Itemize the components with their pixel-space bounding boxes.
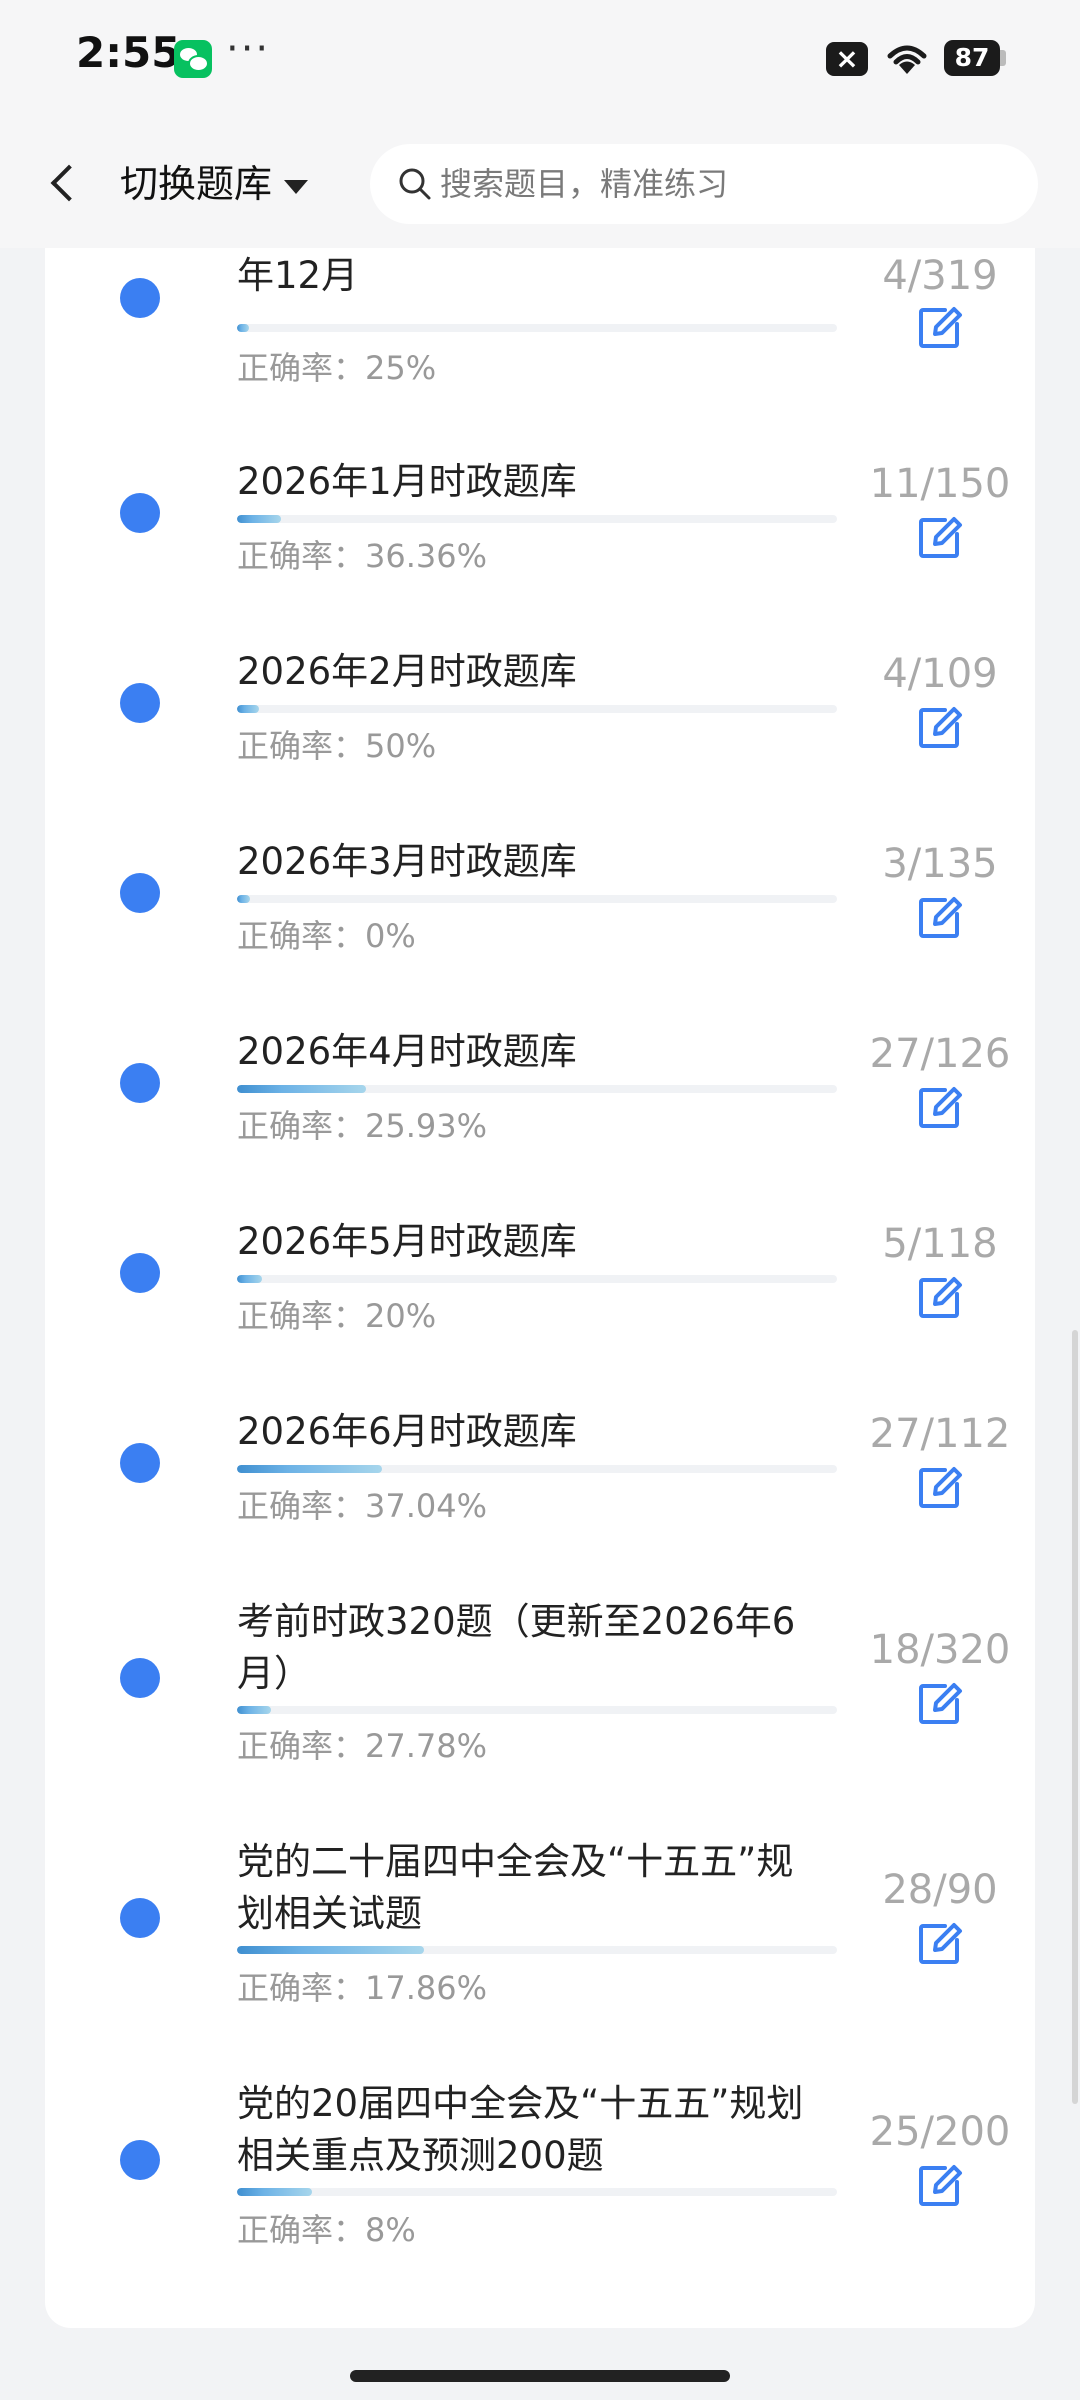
battery-icon: 87 xyxy=(944,40,1000,76)
progress-fill xyxy=(237,1085,366,1093)
item-title: 2026年5月时政题库 xyxy=(237,1220,577,1263)
progress-count: 4/109 xyxy=(882,651,998,697)
progress-track xyxy=(237,515,837,523)
list-item[interactable]: 2026年1月时政题库 正确率：36.36% 11/150 xyxy=(45,430,1035,610)
bullet-dot xyxy=(120,1443,160,1483)
edit-icon[interactable] xyxy=(915,1084,963,1132)
wifi-icon xyxy=(887,45,927,74)
status-time: 2:55 xyxy=(76,28,181,77)
item-title: 2026年4月时政题库 xyxy=(237,1030,577,1073)
search-input[interactable] xyxy=(438,144,998,224)
progress-fill xyxy=(237,705,260,713)
progress-count: 28/90 xyxy=(882,1867,998,1913)
item-title: 年12月 xyxy=(237,254,359,297)
accuracy-text: 正确率：8% xyxy=(237,2211,416,2249)
bullet-dot xyxy=(120,1898,160,1938)
progress-track xyxy=(237,1275,837,1283)
accuracy-text: 正确率：25% xyxy=(237,349,437,387)
item-title: 党的20届四中全会及“十五五”规划相关重点及预测200题 xyxy=(237,2082,804,2177)
progress-fill xyxy=(237,1946,424,1954)
progress-track xyxy=(237,1465,837,1473)
search-icon xyxy=(399,168,431,200)
edit-icon[interactable] xyxy=(915,1680,963,1728)
accuracy-text: 正确率：20% xyxy=(237,1297,437,1335)
bullet-dot xyxy=(120,1063,160,1103)
progress-track xyxy=(237,1706,837,1714)
bullet-dot xyxy=(120,873,160,913)
progress-fill xyxy=(237,895,251,903)
battery-cap xyxy=(1000,50,1006,66)
status-bar: 2:55 ··· × 87 xyxy=(0,0,1080,118)
progress-fill xyxy=(237,324,249,332)
accuracy-text: 正确率：17.86% xyxy=(237,1969,488,2007)
progress-track xyxy=(237,2188,837,2196)
item-title: 党的二十届四中全会及“十五五”规划相关试题 xyxy=(237,1840,794,1935)
progress-track xyxy=(237,324,837,332)
edit-icon[interactable] xyxy=(915,1920,963,1968)
list-item[interactable]: 2026年6月时政题库 正确率：37.04% 27/112 xyxy=(45,1380,1035,1560)
edit-icon[interactable] xyxy=(915,2162,963,2210)
accuracy-text: 正确率：27.78% xyxy=(237,1727,488,1765)
item-title: 2026年1月时政题库 xyxy=(237,460,577,503)
progress-track xyxy=(237,705,837,713)
progress-count: 18/320 xyxy=(869,1627,1011,1673)
home-indicator[interactable] xyxy=(350,2370,730,2382)
bullet-dot xyxy=(120,493,160,533)
edit-icon[interactable] xyxy=(915,704,963,752)
progress-count: 11/150 xyxy=(869,461,1011,507)
bullet-dot xyxy=(120,278,160,318)
caret-down-icon xyxy=(284,179,309,194)
bullet-dot xyxy=(120,1253,160,1293)
edit-icon[interactable] xyxy=(915,1464,963,1512)
progress-fill xyxy=(237,1275,263,1283)
wechat-icon xyxy=(174,40,212,78)
bullet-dot xyxy=(120,683,160,723)
list-item[interactable]: 考前时政320题（更新至2026年6月） 正确率：27.78% 18/320 xyxy=(45,1570,1035,1810)
list-item[interactable]: 党的20届四中全会及“十五五”规划相关重点及预测200题 正确率：8% 25/2… xyxy=(45,2052,1035,2294)
list-item[interactable]: 2026年5月时政题库 正确率：20% 5/118 xyxy=(45,1190,1035,1370)
edit-icon[interactable] xyxy=(915,304,963,352)
bullet-dot xyxy=(120,1658,160,1698)
progress-count: 3/135 xyxy=(882,841,998,887)
back-button[interactable] xyxy=(38,148,88,218)
scrollbar[interactable] xyxy=(1072,1330,1078,2104)
progress-track xyxy=(237,1946,837,1954)
item-title: 2026年2月时政题库 xyxy=(237,650,577,693)
progress-fill xyxy=(237,2188,312,2196)
accuracy-text: 正确率：50% xyxy=(237,727,437,765)
close-icon: × xyxy=(826,42,868,76)
progress-track xyxy=(237,895,837,903)
progress-fill xyxy=(237,515,281,523)
progress-fill xyxy=(237,1465,382,1473)
progress-track xyxy=(237,1085,837,1093)
edit-icon[interactable] xyxy=(915,514,963,562)
progress-count: 27/126 xyxy=(869,1031,1011,1077)
accuracy-text: 正确率：0% xyxy=(237,917,416,955)
list-item[interactable]: 2026年3月时政题库 正确率：0% 3/135 xyxy=(45,810,1035,990)
item-title: 考前时政320题（更新至2026年6月） xyxy=(237,1600,796,1695)
question-bank-list: 年12月 正确率：25% 4/319 2026年1月时政题库 正确率：36.36… xyxy=(45,248,1035,2328)
list-item[interactable]: 党的二十届四中全会及“十五五”规划相关试题 正确率：17.86% 28/90 xyxy=(45,1810,1035,2052)
progress-count: 4/319 xyxy=(882,253,998,299)
item-title: 2026年3月时政题库 xyxy=(237,840,577,883)
accuracy-text: 正确率：25.93% xyxy=(237,1107,488,1145)
search-bar[interactable] xyxy=(370,144,1038,224)
edit-icon[interactable] xyxy=(915,1274,963,1322)
progress-count: 25/200 xyxy=(869,2109,1011,2155)
edit-icon[interactable] xyxy=(915,894,963,942)
item-title: 2026年6月时政题库 xyxy=(237,1410,577,1453)
switch-bank-dropdown[interactable]: 切换题库 xyxy=(120,156,309,212)
bullet-dot xyxy=(120,2140,160,2180)
more-notifications-icon: ··· xyxy=(226,26,271,72)
list-item[interactable]: 2026年4月时政题库 正确率：25.93% 27/126 xyxy=(45,1000,1035,1180)
progress-count: 27/112 xyxy=(869,1411,1011,1457)
progress-count: 5/118 xyxy=(882,1221,998,1267)
switch-bank-label: 切换题库 xyxy=(120,162,273,206)
list-item[interactable]: 2026年2月时政题库 正确率：50% 4/109 xyxy=(45,620,1035,800)
top-bar: 切换题库 xyxy=(0,118,1080,248)
progress-fill xyxy=(237,1706,271,1714)
list-item[interactable]: 年12月 正确率：25% 4/319 xyxy=(45,248,1035,388)
accuracy-text: 正确率：36.36% xyxy=(237,537,488,575)
accuracy-text: 正确率：37.04% xyxy=(237,1487,488,1525)
